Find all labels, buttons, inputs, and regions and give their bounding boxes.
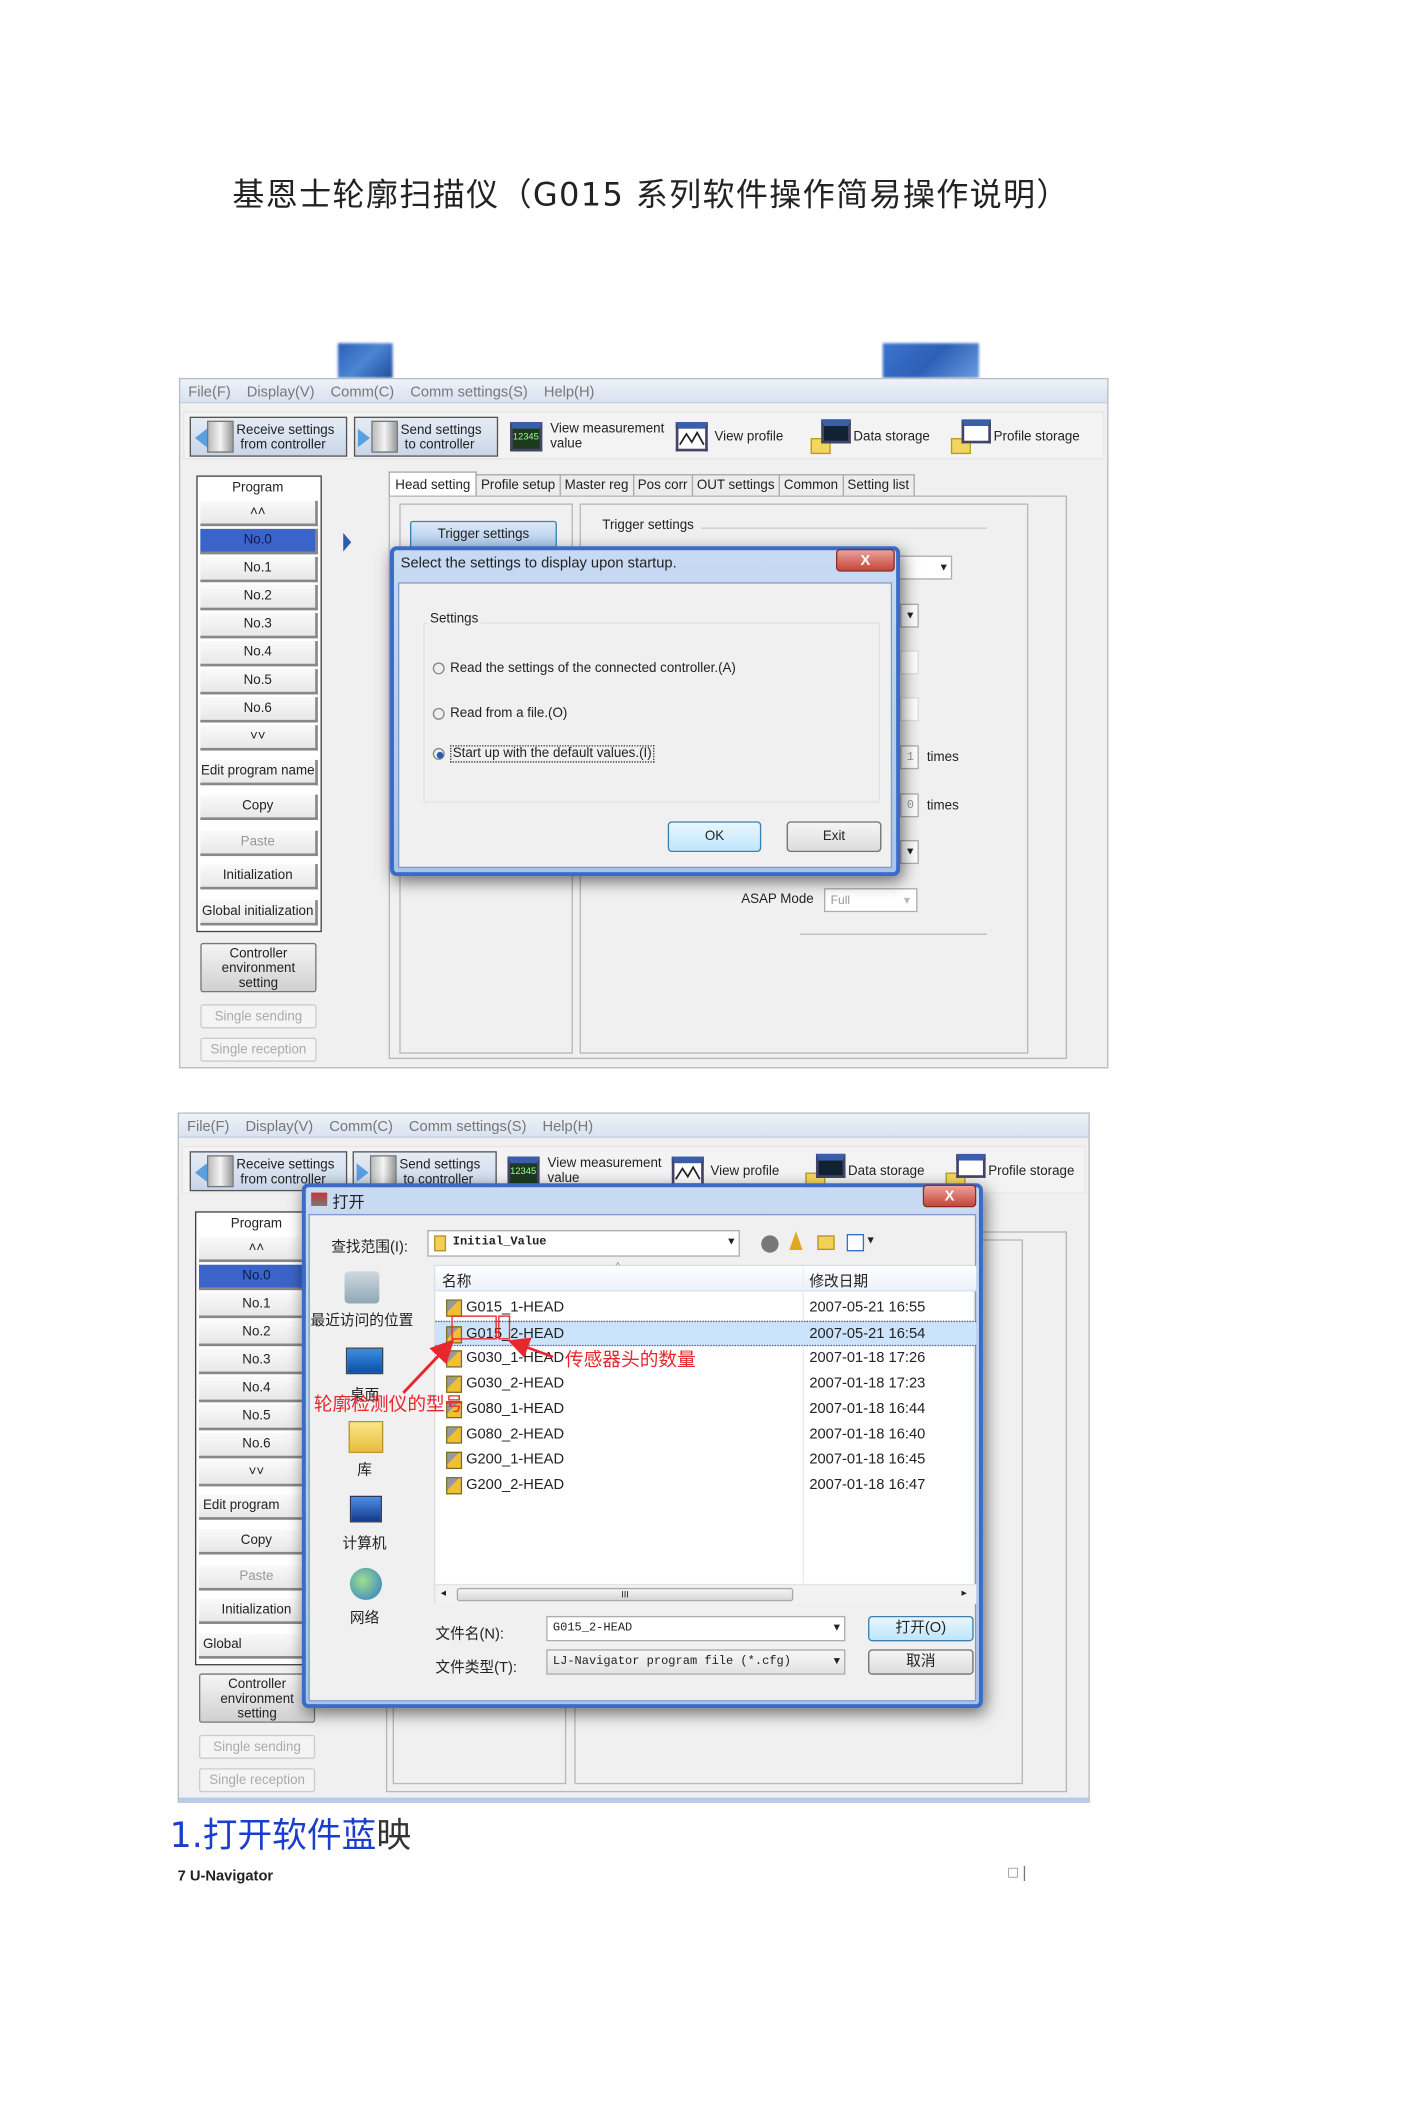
footer-label: 7 U-Navigator [177,1868,274,1885]
document-page: 基恩士轮廓扫描仪（G015 系列软件操作简易操作说明） File(F) Displ… [0,0,1413,2110]
head-count-annotation: 传感器头的数量 [564,1350,696,1372]
head-count-arrow [507,1337,554,1359]
step-caption: 1.打开软件蓝映 [170,1808,411,1857]
page-marker: □ | [1008,1863,1027,1882]
step-caption-dark: 映 [376,1816,412,1857]
model-annotation: 轮廓检测仪的型号 [313,1394,464,1416]
annotation-arrows [402,1337,554,1394]
step-caption-blue: 1.打开软件蓝 [169,1816,377,1857]
model-arrow [402,1339,455,1394]
